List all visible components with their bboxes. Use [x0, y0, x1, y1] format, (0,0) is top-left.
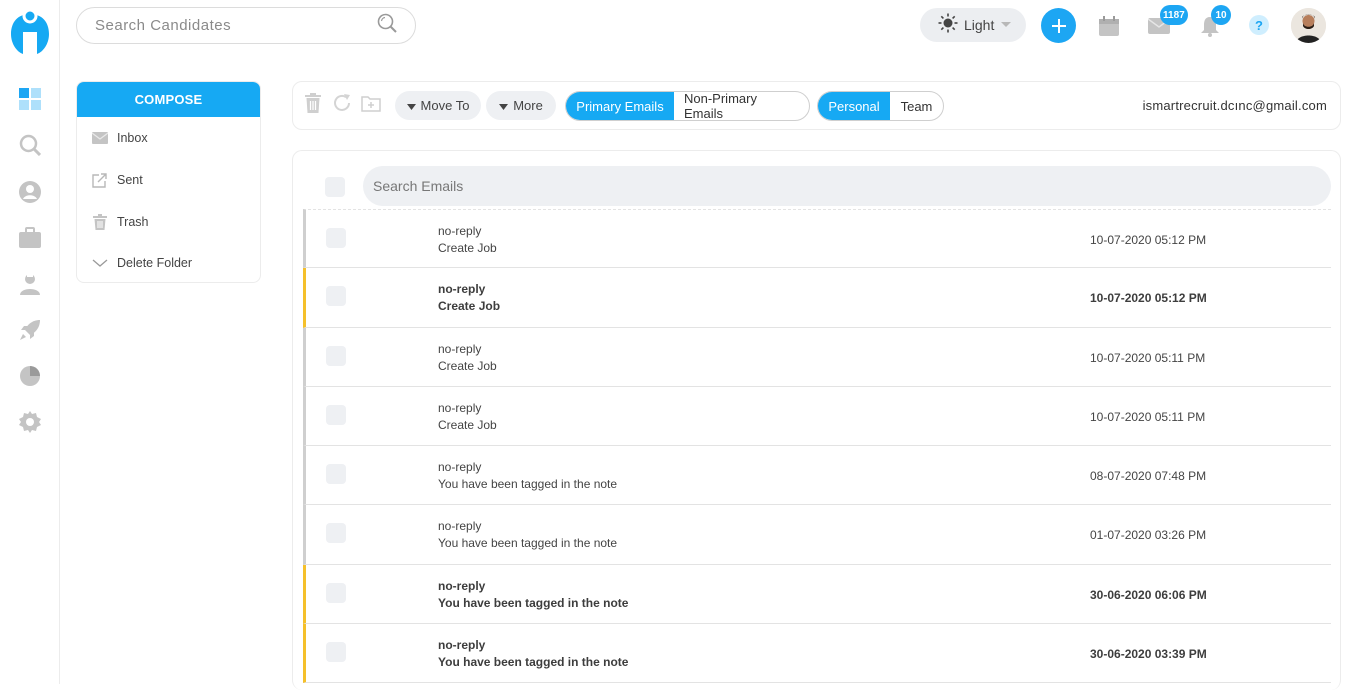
folder-delete[interactable]: Delete Folder	[91, 256, 192, 270]
app-logo-icon[interactable]	[9, 8, 51, 56]
email-subject: Create Job	[438, 241, 497, 255]
scope-switch: Personal Team	[817, 91, 944, 121]
envelope-icon	[91, 131, 108, 145]
email-sender: no-reply	[438, 341, 482, 356]
row-checkbox[interactable]	[326, 464, 346, 485]
notification-count-badge: 10	[1211, 5, 1231, 25]
mail-count-badge: 1187	[1160, 5, 1188, 25]
email-sender: no-reply	[438, 282, 486, 297]
search-icon[interactable]	[377, 13, 397, 38]
row-checkbox[interactable]	[326, 345, 346, 366]
email-row[interactable]: no-reply You have been tagged in the not…	[303, 624, 1331, 684]
email-row[interactable]: no-reply Create Job 10-07-2020 05:11 PM	[303, 327, 1331, 387]
email-date: 10-07-2020 05:11 PM	[1090, 409, 1206, 424]
email-subject: You have been tagged in the note	[438, 477, 618, 492]
avatar[interactable]	[1291, 8, 1326, 43]
folder-label: Trash	[117, 215, 149, 229]
row-checkbox[interactable]	[326, 582, 346, 603]
rocket-icon[interactable]	[16, 316, 44, 344]
email-subject: Create Job	[438, 417, 497, 432]
tab-primary-emails[interactable]: Primary Emails	[566, 92, 674, 120]
plus-icon	[1051, 18, 1066, 33]
search-candidates-input[interactable]: Search Candidates	[95, 17, 377, 34]
theme-label: Light	[964, 17, 995, 33]
move-to-button[interactable]: Move To	[395, 91, 481, 120]
email-list: Search Emails no-reply Create Job 10-07-…	[292, 150, 1341, 690]
folder-label: Sent	[117, 173, 143, 187]
folder-sent[interactable]: Sent	[91, 172, 143, 188]
email-row[interactable]: no-reply You have been tagged in the not…	[303, 505, 1331, 565]
tab-non-primary-emails[interactable]: Non-Primary Emails	[674, 92, 809, 120]
email-sender: no-reply	[438, 578, 486, 593]
email-row[interactable]: no-reply Create Job 10-07-2020 05:11 PM	[303, 386, 1331, 447]
email-subject: Create Job	[438, 299, 501, 314]
sun-icon	[938, 13, 958, 38]
email-row[interactable]: no-reply You have been tagged in the not…	[303, 446, 1331, 506]
email-date: 30-06-2020 06:06 PM	[1090, 587, 1207, 602]
row-checkbox[interactable]	[326, 404, 346, 425]
email-date: 08-07-2020 07:48 PM	[1090, 469, 1207, 484]
tab-personal[interactable]: Personal	[818, 92, 890, 120]
search-emails-input[interactable]: Search Emails	[363, 166, 1331, 206]
row-checkbox[interactable]	[326, 228, 346, 248]
email-date: 10-07-2020 05:11 PM	[1090, 350, 1206, 365]
email-type-switch: Primary Emails Non-Primary Emails	[565, 91, 810, 121]
tab-team[interactable]: Team	[890, 92, 943, 120]
email-sender: no-reply	[438, 224, 482, 238]
dashboard-icon[interactable]	[16, 85, 44, 113]
email-subject: You have been tagged in the note	[438, 536, 618, 551]
email-date: 10-07-2020 05:12 PM	[1090, 291, 1207, 306]
folder-panel: COMPOSE Inbox Sent Trash Delete Folder	[76, 81, 261, 283]
briefcase-icon[interactable]	[16, 224, 44, 252]
compose-button[interactable]: COMPOSE	[77, 82, 260, 117]
gear-icon[interactable]	[16, 408, 44, 436]
folder-label: Delete Folder	[117, 256, 193, 270]
email-sender: no-reply	[438, 460, 482, 475]
folder-inbox[interactable]: Inbox	[91, 131, 148, 145]
search-candidates-bar[interactable]: Search Candidates	[76, 7, 416, 44]
email-row[interactable]: no-reply You have been tagged in the not…	[303, 564, 1331, 625]
recruiter-icon[interactable]	[16, 270, 44, 298]
email-date: 30-06-2020 03:39 PM	[1090, 647, 1207, 662]
add-folder-icon[interactable]	[360, 92, 382, 114]
more-label: More	[513, 98, 543, 113]
email-subject: You have been tagged in the note	[438, 655, 629, 670]
caret-down-icon	[406, 98, 416, 113]
row-checkbox[interactable]	[326, 523, 346, 544]
chevron-down-icon	[91, 256, 108, 270]
external-link-icon	[91, 172, 108, 188]
account-email: ismartrecruit.dcınc@gmail.com	[1142, 98, 1327, 113]
email-toolbar: Move To More Primary Emails Non-Primary …	[292, 81, 1341, 130]
trash-icon[interactable]	[302, 92, 324, 114]
caret-down-icon	[499, 98, 509, 113]
email-sender: no-reply	[438, 519, 482, 534]
pie-chart-icon[interactable]	[16, 362, 44, 390]
email-subject: Create Job	[438, 358, 497, 373]
help-icon[interactable]: ?	[1249, 15, 1269, 35]
caret-down-icon	[1000, 16, 1012, 34]
folder-trash[interactable]: Trash	[91, 214, 149, 230]
row-checkbox[interactable]	[326, 642, 346, 663]
folder-label: Inbox	[117, 131, 148, 145]
add-button[interactable]	[1041, 8, 1076, 43]
move-to-label: Move To	[420, 98, 470, 113]
email-row[interactable]: no-reply Create Job 10-07-2020 05:12 PM	[303, 209, 1331, 269]
refresh-icon[interactable]	[331, 92, 353, 114]
side-nav	[0, 0, 60, 684]
email-date: 01-07-2020 03:26 PM	[1090, 528, 1207, 543]
user-icon[interactable]	[16, 178, 44, 206]
row-checkbox[interactable]	[326, 286, 346, 307]
more-button[interactable]: More	[486, 91, 556, 120]
email-sender: no-reply	[438, 400, 482, 415]
select-all-checkbox[interactable]	[325, 177, 345, 197]
email-row[interactable]: no-reply Create Job 10-07-2020 05:12 PM	[303, 268, 1331, 328]
theme-toggle[interactable]: Light	[920, 8, 1026, 42]
trash-icon	[91, 214, 108, 230]
search-icon[interactable]	[16, 131, 44, 159]
email-sender: no-reply	[438, 638, 486, 653]
calendar-icon[interactable]	[1097, 14, 1121, 38]
email-date: 10-07-2020 05:12 PM	[1090, 233, 1207, 247]
email-subject: You have been tagged in the note	[438, 595, 629, 610]
email-rows: no-reply Create Job 10-07-2020 05:12 PM …	[303, 209, 1331, 684]
